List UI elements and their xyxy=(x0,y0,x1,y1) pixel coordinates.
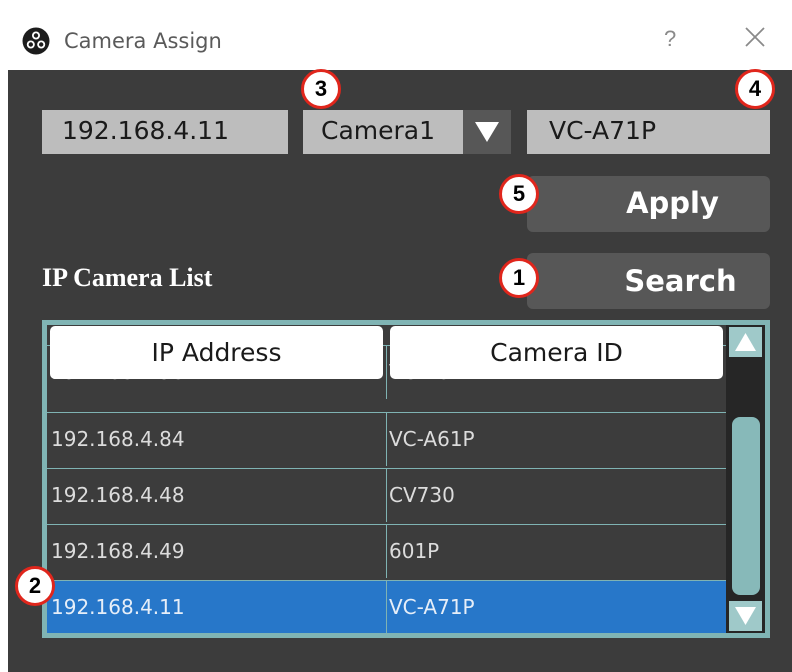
title-bar: Camera Assign ? xyxy=(0,0,792,70)
dropdown-arrow-button[interactable] xyxy=(463,110,511,154)
triangle-down-icon xyxy=(475,122,499,142)
camera-id-cell: VC-A61P xyxy=(389,427,475,451)
camera-id-cell: VC-A71P xyxy=(389,595,475,619)
column-divider xyxy=(386,469,387,522)
camera-id-field[interactable]: VC-A71P xyxy=(527,110,770,154)
ip-cell: 192.168.4.84 xyxy=(51,427,185,451)
vertical-scrollbar[interactable] xyxy=(726,325,765,633)
annotation-badge-5: 5 xyxy=(499,174,539,214)
column-header-ip-address[interactable]: IP Address xyxy=(50,326,383,379)
annotation-badge-2: 2 xyxy=(15,566,55,606)
help-button[interactable]: ? xyxy=(664,26,676,52)
scroll-thumb[interactable] xyxy=(732,417,760,595)
close-icon[interactable] xyxy=(740,22,770,52)
scroll-down-button[interactable] xyxy=(729,601,762,631)
triangle-down-icon xyxy=(735,607,756,625)
table-body: 192.168.4.38 VC-A61P 192.168.4.84 VC-A61… xyxy=(47,325,726,633)
search-button[interactable]: Search xyxy=(527,253,770,309)
column-divider xyxy=(386,581,387,633)
ip-cell: 192.168.4.49 xyxy=(51,539,185,563)
table-row-selected[interactable]: 192.168.4.11 VC-A71P xyxy=(47,580,726,633)
table-row[interactable]: 192.168.4.49 601P xyxy=(47,524,726,578)
ip-address-field[interactable]: 192.168.4.11 xyxy=(42,110,288,154)
column-divider xyxy=(386,413,387,466)
camera-id-cell: CV730 xyxy=(389,483,455,507)
scroll-up-button[interactable] xyxy=(729,327,762,357)
camera-id-cell: 601P xyxy=(389,539,440,563)
ip-camera-list-label: IP Camera List xyxy=(42,263,213,292)
column-divider xyxy=(386,525,387,578)
camera-table: 192.168.4.38 VC-A61P 192.168.4.84 VC-A61… xyxy=(42,320,770,638)
camera-select-value: Camera1 xyxy=(321,116,436,145)
table-row[interactable]: 192.168.4.84 VC-A61P xyxy=(47,412,726,466)
column-header-camera-id[interactable]: Camera ID xyxy=(390,326,723,379)
triangle-up-icon xyxy=(735,333,756,351)
window-title: Camera Assign xyxy=(64,29,222,53)
table-row[interactable]: 192.168.4.48 CV730 xyxy=(47,468,726,522)
obs-logo-icon xyxy=(22,27,50,55)
camera-select[interactable]: Camera1 xyxy=(303,110,511,154)
ip-cell: 192.168.4.48 xyxy=(51,483,185,507)
annotation-badge-1: 1 xyxy=(499,258,539,298)
annotation-badge-3: 3 xyxy=(301,69,341,109)
annotation-badge-4: 4 xyxy=(735,69,775,109)
ip-cell: 192.168.4.11 xyxy=(51,595,185,619)
column-divider xyxy=(386,346,387,399)
apply-button[interactable]: Apply xyxy=(527,176,770,232)
